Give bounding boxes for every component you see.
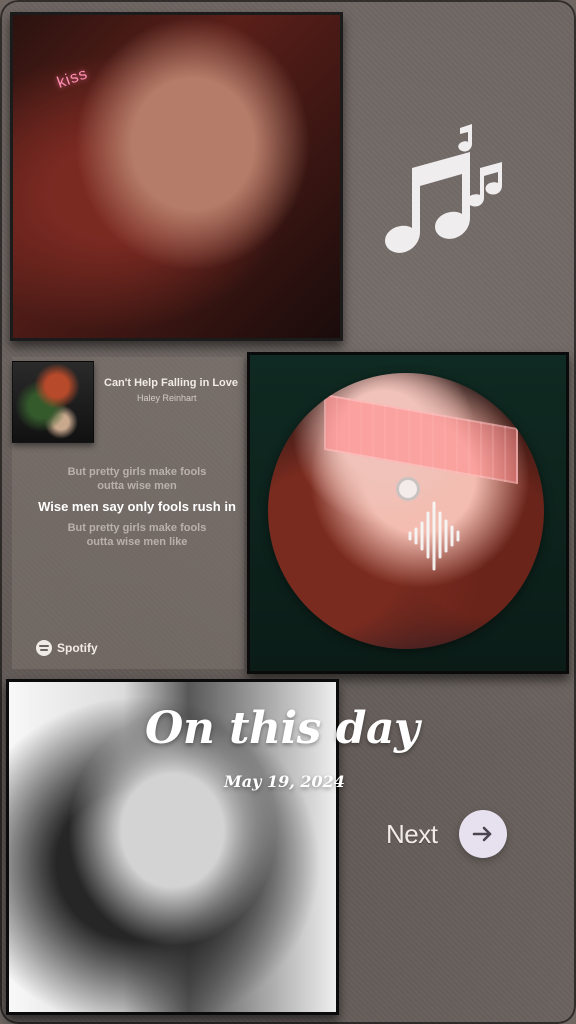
song-artist: Haley Reinhart [137, 393, 197, 403]
audio-waveform-icon [408, 501, 460, 571]
album-art [12, 361, 94, 443]
arrow-right-icon [473, 826, 492, 842]
lyric-line-current: Wise men say only fools rush in [38, 499, 236, 514]
date-label: May 19, 2024 [224, 772, 345, 791]
on-this-day-title: On this day [145, 703, 420, 754]
pixel-sunglasses-sticker [324, 393, 518, 485]
song-title: Can't Help Falling in Love [104, 377, 239, 389]
circular-portrait [268, 373, 544, 649]
lyric-line: outta wise men like [86, 536, 188, 548]
spotify-lyrics-card[interactable]: Can't Help Falling in Love Haley Reinhar… [12, 357, 244, 669]
photo-top-left: kiss [10, 12, 343, 341]
kiss-sticker: kiss [54, 65, 91, 92]
lyric-line: But pretty girls make fools [67, 466, 207, 478]
next-label: Next [386, 818, 438, 849]
next-arrow-button[interactable] [459, 810, 508, 858]
lyric-line: outta wise men [97, 480, 177, 492]
spotify-brand[interactable]: Spotify [36, 640, 98, 656]
spotify-brand-label: Spotify [57, 641, 98, 655]
photo-middle-right [247, 352, 569, 674]
music-notes-icon [385, 124, 502, 253]
next-button[interactable]: Next [386, 809, 508, 859]
spotify-logo-icon [36, 640, 52, 656]
lyric-line: But pretty girls make fools [67, 522, 207, 534]
